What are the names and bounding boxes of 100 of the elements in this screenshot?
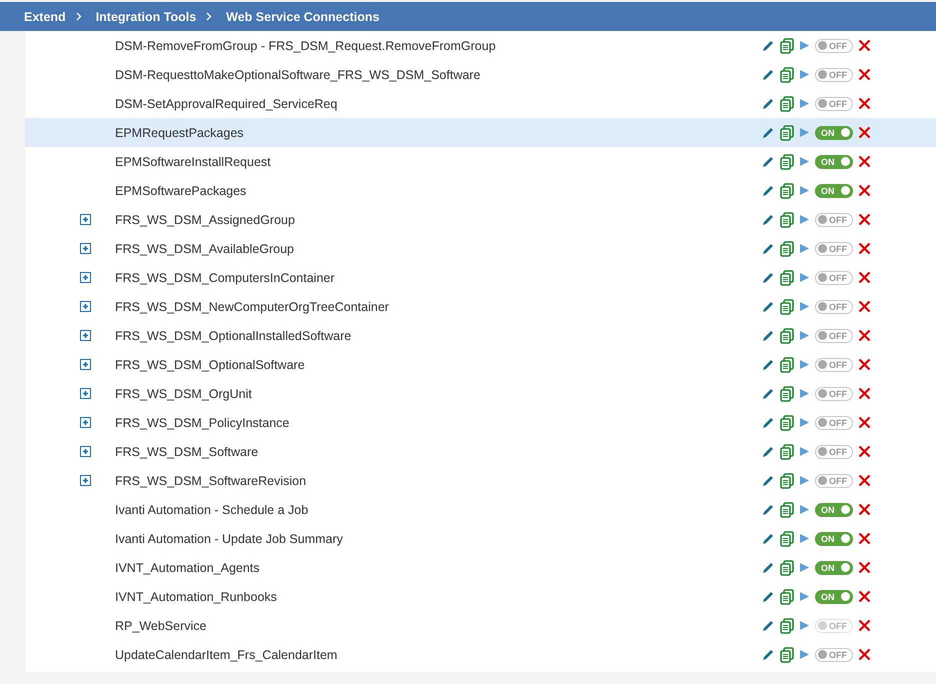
toggle-switch[interactable]: OFF [815,68,853,82]
run-icon[interactable] [799,98,810,109]
connection-row[interactable]: EPMRequestPackages ON [25,118,936,147]
breadcrumb-link[interactable]: Integration Tools [96,10,196,24]
expand-icon[interactable] [80,417,91,428]
delete-icon[interactable] [858,532,871,545]
expand-icon[interactable] [80,359,91,370]
toggle-switch[interactable]: ON [815,154,853,168]
toggle-switch[interactable]: ON [815,184,853,198]
run-icon[interactable] [799,533,810,544]
run-icon[interactable] [799,591,810,602]
run-icon[interactable] [799,330,810,341]
run-icon[interactable] [799,446,810,457]
expand-icon[interactable] [80,214,91,225]
toggle-switch[interactable]: OFF [815,300,853,314]
document-copy-icon[interactable] [780,588,794,604]
run-icon[interactable] [799,214,810,225]
edit-icon[interactable] [761,68,775,82]
document-copy-icon[interactable] [780,356,794,372]
run-icon[interactable] [799,649,810,660]
edit-icon[interactable] [761,502,775,516]
connection-row[interactable]: DSM-SetApprovalRequired_ServiceReq OFF [25,89,936,118]
delete-icon[interactable] [858,416,871,429]
edit-icon[interactable] [761,212,775,226]
delete-icon[interactable] [858,68,871,81]
edit-icon[interactable] [761,300,775,314]
toggle-switch[interactable]: OFF [815,386,853,400]
connection-row[interactable]: FRS_WS_DSM_Software OFF [25,437,936,466]
delete-icon[interactable] [858,39,871,52]
edit-icon[interactable] [761,358,775,372]
toggle-switch[interactable]: OFF [815,242,853,256]
delete-icon[interactable] [858,271,871,284]
document-copy-icon[interactable] [780,444,794,460]
toggle-switch[interactable]: OFF [815,648,853,662]
delete-icon[interactable] [858,619,871,632]
document-copy-icon[interactable] [780,38,794,54]
document-copy-icon[interactable] [780,472,794,488]
toggle-switch[interactable]: ON [815,126,853,140]
delete-icon[interactable] [858,184,871,197]
breadcrumb-link[interactable]: Web Service Connections [226,10,380,24]
connection-row[interactable]: Ivanti Automation - Schedule a Job ON [25,495,936,524]
toggle-switch[interactable]: OFF [815,270,853,284]
connection-row[interactable]: FRS_WS_DSM_AvailableGroup OFF [25,234,936,263]
delete-icon[interactable] [858,590,871,603]
run-icon[interactable] [799,388,810,399]
delete-icon[interactable] [858,242,871,255]
toggle-switch[interactable]: ON [815,502,853,516]
document-copy-icon[interactable] [780,414,794,430]
delete-icon[interactable] [858,213,871,226]
toggle-switch[interactable]: OFF [815,96,853,110]
connection-row[interactable]: EPMSoftwarePackages ON [25,176,936,205]
delete-icon[interactable] [858,126,871,139]
breadcrumb-link[interactable]: Extend [24,10,66,24]
edit-icon[interactable] [761,96,775,110]
delete-icon[interactable] [858,329,871,342]
toggle-switch[interactable]: OFF [815,212,853,226]
connection-row[interactable]: UpdateCalendarItem_Frs_CalendarItem OFF [25,640,936,669]
edit-icon[interactable] [761,618,775,632]
expand-icon[interactable] [80,272,91,283]
delete-icon[interactable] [858,387,871,400]
document-copy-icon[interactable] [780,618,794,634]
connection-row[interactable]: FRS_WS_DSM_AssignedGroup OFF [25,205,936,234]
connection-row[interactable]: EPMSoftwareInstallRequest ON [25,147,936,176]
delete-icon[interactable] [858,97,871,110]
toggle-switch[interactable]: OFF [815,474,853,488]
document-copy-icon[interactable] [780,212,794,228]
run-icon[interactable] [799,272,810,283]
edit-icon[interactable] [761,242,775,256]
connection-row[interactable]: FRS_WS_DSM_SoftwareRevision OFF [25,466,936,495]
document-copy-icon[interactable] [780,298,794,314]
document-copy-icon[interactable] [780,270,794,286]
toggle-switch[interactable]: OFF [815,38,853,52]
document-copy-icon[interactable] [780,124,794,140]
toggle-switch[interactable]: ON [815,590,853,604]
connection-row[interactable]: FRS_WS_DSM_OrgUnit OFF [25,379,936,408]
run-icon[interactable] [799,417,810,428]
connection-row[interactable]: DSM-RequesttoMakeOptionalSoftware_FRS_WS_DSM_Software OFF [25,60,936,89]
edit-icon[interactable] [761,154,775,168]
document-copy-icon[interactable] [780,530,794,546]
edit-icon[interactable] [761,648,775,662]
connection-row[interactable]: FRS_WS_DSM_OptionalInstalledSoftware OFF [25,321,936,350]
run-icon[interactable] [799,359,810,370]
document-copy-icon[interactable] [780,646,794,662]
delete-icon[interactable] [858,155,871,168]
run-icon[interactable] [799,562,810,573]
edit-icon[interactable] [761,416,775,430]
document-copy-icon[interactable] [780,386,794,402]
delete-icon[interactable] [858,445,871,458]
document-copy-icon[interactable] [780,96,794,112]
toggle-switch[interactable]: OFF [815,444,853,458]
run-icon[interactable] [799,156,810,167]
toggle-switch[interactable]: ON [815,532,853,546]
connection-row[interactable]: FRS_WS_DSM_PolicyInstance OFF [25,408,936,437]
run-icon[interactable] [799,243,810,254]
expand-icon[interactable] [80,388,91,399]
connection-row[interactable]: FRS_WS_DSM_NewComputerOrgTreeContainer OFF [25,292,936,321]
run-icon[interactable] [799,504,810,515]
document-copy-icon[interactable] [780,182,794,198]
edit-icon[interactable] [761,532,775,546]
delete-icon[interactable] [858,474,871,487]
